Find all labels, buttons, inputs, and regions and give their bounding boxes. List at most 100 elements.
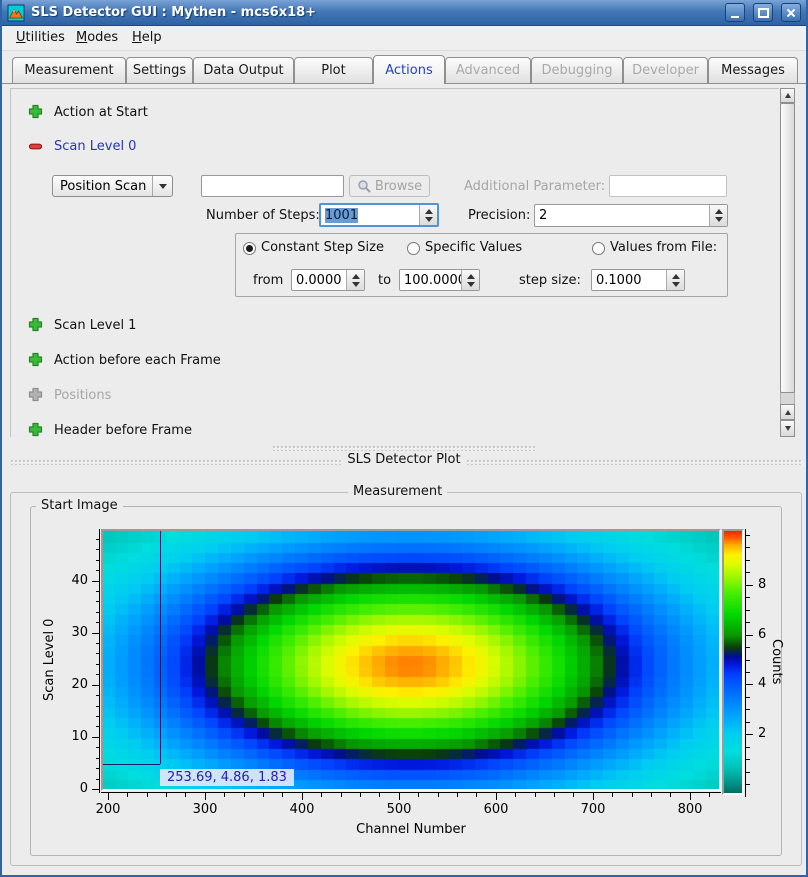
axis-tick	[96, 591, 100, 592]
axis-tick	[224, 793, 225, 797]
axis-tick	[476, 793, 477, 797]
axis-tick	[746, 585, 753, 586]
axis-tick	[147, 793, 148, 797]
axis-tick	[96, 664, 100, 665]
axis-tick	[96, 549, 100, 550]
axis-tick	[651, 793, 652, 797]
axis-tick	[341, 793, 342, 797]
axis-tick	[632, 793, 633, 797]
axis-tick	[438, 793, 439, 797]
axis-tick	[612, 793, 613, 797]
axis-tick	[360, 793, 361, 797]
axis-tick	[96, 779, 100, 780]
axis-tick	[185, 793, 186, 797]
axis-tick	[96, 601, 100, 602]
axis-tick	[746, 784, 750, 785]
axis-tick-label: 20	[56, 677, 88, 693]
axis-tick	[96, 706, 100, 707]
zoom-rect-right-edge	[160, 531, 161, 764]
axis-tick	[96, 539, 100, 540]
tab-actions[interactable]: Actions	[373, 55, 445, 84]
axis-tick-label: 6	[758, 627, 782, 643]
application-window: SLS Detector GUI : Mythen - mcs6x18+ Uti…	[0, 0, 808, 877]
plot-area: Scan Level 0 Channel Number Counts 253.6…	[2, 0, 808, 877]
axis-tick	[746, 560, 750, 561]
axis-tick-label: 300	[185, 802, 225, 818]
axis-tick	[690, 793, 691, 800]
axis-tick	[96, 560, 100, 561]
colorbar-gradient	[724, 531, 742, 793]
axis-tick	[746, 610, 750, 611]
axis-tick	[379, 793, 380, 797]
axis-tick	[96, 695, 100, 696]
axis-tick	[205, 793, 206, 800]
axis-tick	[746, 722, 750, 723]
axis-tick	[96, 570, 100, 571]
axis-tick	[746, 684, 753, 685]
axis-tick	[746, 647, 750, 648]
axis-tick	[535, 793, 536, 797]
x-axis-line	[101, 792, 721, 793]
colorbar-axis-line	[745, 529, 746, 797]
axis-tick	[746, 547, 750, 548]
axis-tick	[746, 635, 753, 636]
axis-tick	[515, 793, 516, 797]
axis-tick	[92, 581, 100, 582]
zoom-rect-bottom-edge	[103, 764, 160, 765]
axis-tick	[746, 572, 750, 573]
axis-tick-label: 4	[758, 676, 782, 692]
axis-tick-label: 8	[758, 577, 782, 593]
axis-tick	[746, 622, 750, 623]
axis-tick	[92, 633, 100, 634]
axis-tick	[92, 685, 100, 686]
axis-tick	[457, 793, 458, 797]
axis-tick	[496, 793, 497, 800]
axis-tick	[746, 747, 750, 748]
axis-tick	[709, 793, 710, 797]
axis-tick	[96, 726, 100, 727]
y-axis-line	[99, 529, 100, 793]
axis-tick	[593, 793, 594, 800]
axis-tick-label: 800	[670, 802, 710, 818]
axis-tick	[96, 653, 100, 654]
axis-tick	[96, 768, 100, 769]
axis-tick	[746, 535, 750, 536]
axis-tick	[302, 793, 303, 800]
axis-tick	[96, 643, 100, 644]
axis-tick	[166, 793, 167, 797]
axis-tick	[96, 716, 100, 717]
axis-tick-label: 40	[56, 573, 88, 589]
axis-tick	[127, 793, 128, 797]
axis-tick-label: 700	[573, 802, 613, 818]
axis-tick	[746, 597, 750, 598]
axis-tick	[92, 737, 100, 738]
axis-tick	[746, 697, 750, 698]
axis-tick	[746, 759, 750, 760]
axis-tick-label: 2	[758, 726, 782, 742]
tab-label: Actions	[385, 63, 433, 78]
axis-tick-label: 500	[379, 802, 419, 818]
axis-tick-label: 600	[476, 802, 516, 818]
x-axis-title: Channel Number	[101, 822, 721, 837]
cursor-position-readout: 253.69, 4.86, 1.83	[160, 769, 294, 786]
axis-tick-label: 200	[88, 802, 128, 818]
axis-tick	[746, 709, 750, 710]
axis-tick	[96, 612, 100, 613]
axis-tick	[108, 793, 109, 800]
heatmap-canvas[interactable]	[103, 531, 719, 789]
axis-tick-label: 0	[56, 781, 88, 797]
axis-tick	[92, 789, 100, 790]
axis-tick-label: 30	[56, 625, 88, 641]
y-axis-title: Scan Level 0	[42, 619, 57, 701]
axis-tick	[399, 793, 400, 800]
axis-tick	[746, 672, 750, 673]
axis-tick	[263, 793, 264, 797]
axis-tick	[418, 793, 419, 797]
axis-tick	[282, 793, 283, 797]
axis-tick-label: 10	[56, 729, 88, 745]
axis-tick	[96, 758, 100, 759]
axis-tick	[554, 793, 555, 797]
axis-tick	[746, 734, 753, 735]
axis-tick	[670, 793, 671, 797]
axis-tick	[96, 674, 100, 675]
